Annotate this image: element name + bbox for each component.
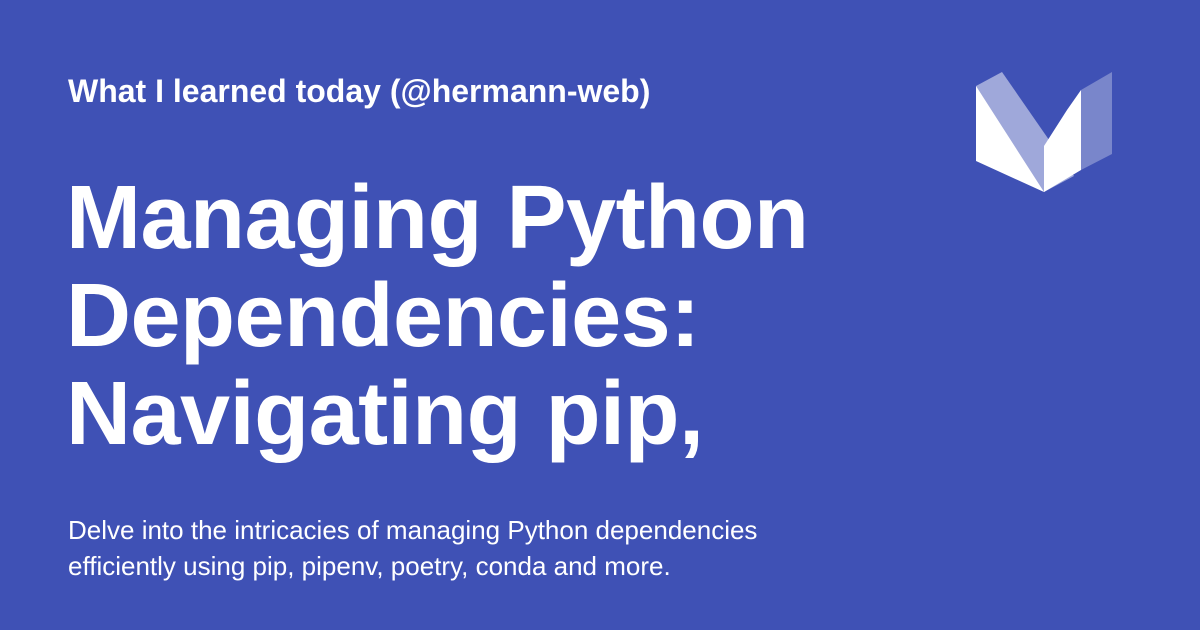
card-title-line-1: Managing Python (66, 168, 809, 268)
card-title-line-3: Navigating pip, (66, 364, 704, 464)
card-description: Delve into the intricacies of managing P… (68, 512, 868, 584)
social-card: What I learned today (@hermann-web) Mana… (0, 0, 1200, 630)
logo-right-face (1044, 90, 1081, 192)
card-title: Managing Python Dependencies: Navigating… (66, 169, 926, 463)
card-description-line-2: efficiently using pip, pipenv, poetry, c… (68, 551, 671, 581)
card-description-line-1: Delve into the intricacies of managing P… (68, 515, 758, 545)
card-title-line-2: Dependencies: (66, 266, 700, 366)
card-kicker: What I learned today (@hermann-web) (68, 73, 651, 109)
material-m-logo-icon (976, 72, 1112, 192)
logo-right-edge (1081, 72, 1112, 170)
